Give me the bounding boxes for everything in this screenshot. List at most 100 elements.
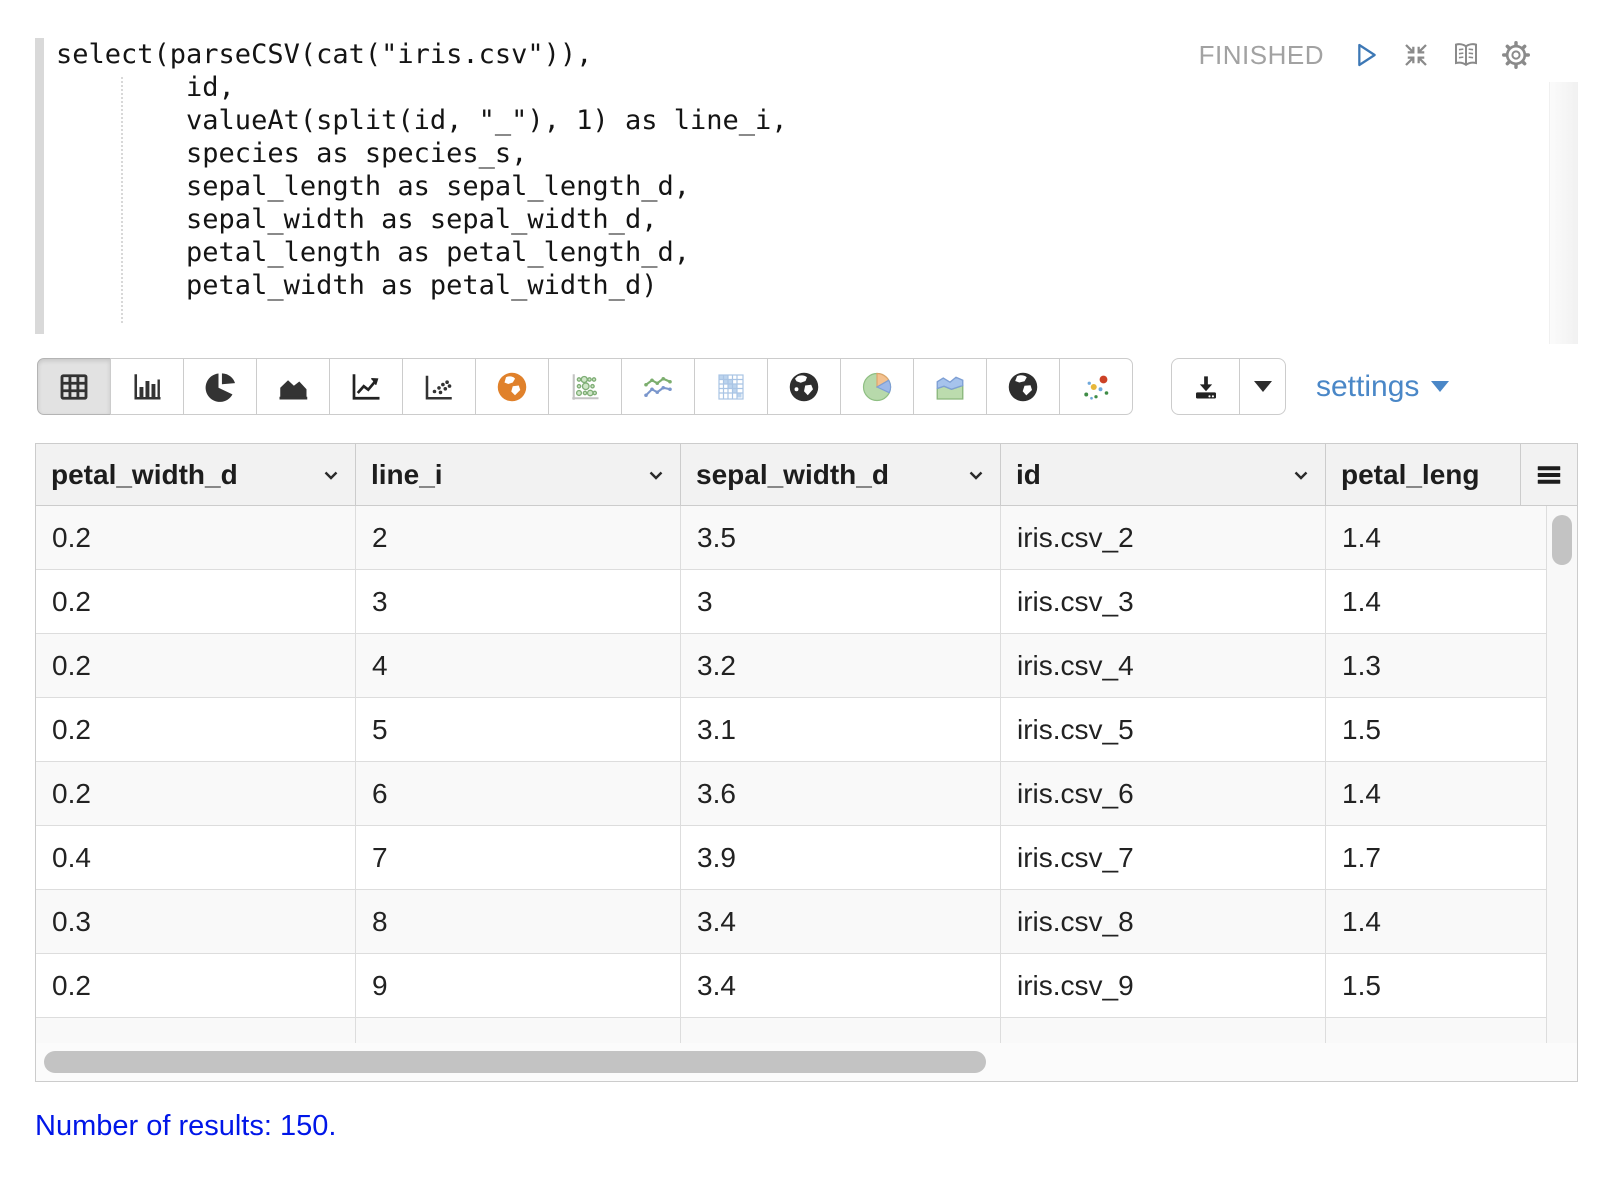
column-header-id[interactable]: id	[1001, 444, 1326, 505]
table-vertical-scrollbar[interactable]	[1546, 506, 1577, 1043]
caret-down-icon	[1254, 381, 1272, 392]
cell: 1.4	[1326, 762, 1548, 825]
cell: 3.4	[681, 890, 1001, 953]
chart-type-area-button[interactable]	[256, 358, 330, 415]
cell: 5	[356, 698, 681, 761]
bar-chart-icon	[129, 369, 165, 405]
chart-type-area-pastel-button[interactable]	[913, 358, 987, 415]
chart-type-table-button[interactable]	[37, 358, 111, 415]
globe-dark-icon	[786, 369, 822, 405]
heatmap-icon	[713, 369, 749, 405]
chart-type-pie-button[interactable]	[183, 358, 257, 415]
editor-vertical-scrollbar[interactable]	[1549, 82, 1578, 344]
cell: 0.2	[36, 762, 356, 825]
chart-type-heatmap-button[interactable]	[694, 358, 768, 415]
cell: 3.2	[681, 634, 1001, 697]
chart-type-scatter-button[interactable]	[402, 358, 476, 415]
visualization-toolbar: settings	[37, 358, 1449, 415]
cell: 3.6	[681, 762, 1001, 825]
chart-type-globe2-button[interactable]	[986, 358, 1060, 415]
show-editor-button[interactable]	[1450, 39, 1482, 71]
column-header-petal_length_d[interactable]: petal_leng	[1326, 444, 1521, 505]
cell: 2	[356, 506, 681, 569]
cell: 1.7	[1326, 826, 1548, 889]
cell: 0.2	[36, 698, 356, 761]
chart-type-pie-pastel-button[interactable]	[840, 358, 914, 415]
shrink-icon	[1400, 39, 1432, 71]
table-row-clipped	[36, 1018, 1548, 1043]
chevron-down-icon[interactable]	[964, 463, 988, 487]
cell: 1.4	[1326, 570, 1548, 633]
chart-type-map-orange-button[interactable]	[475, 358, 549, 415]
paragraph-settings-button[interactable]	[1500, 39, 1532, 71]
table-row: 0.4 7 3.9 iris.csv_7 1.7	[36, 826, 1548, 890]
download-icon	[1190, 371, 1222, 403]
area-pastel-icon	[932, 369, 968, 405]
cell: iris.csv_5	[1001, 698, 1326, 761]
paragraph-controls: FINISHED	[1199, 39, 1532, 71]
chevron-down-icon[interactable]	[644, 463, 668, 487]
chart-type-scatter-colored-button[interactable]	[1059, 358, 1133, 415]
chart-type-multi-line-button[interactable]	[621, 358, 695, 415]
cell: 1.5	[1326, 698, 1548, 761]
table-row: 0.2 9 3.4 iris.csv_9 1.5	[36, 954, 1548, 1018]
grid-menu-button[interactable]	[1521, 444, 1577, 505]
download-options-button[interactable]	[1240, 359, 1285, 414]
chart-type-line-button[interactable]	[329, 358, 403, 415]
cell: 0.2	[36, 570, 356, 633]
table-row: 0.3 8 3.4 iris.csv_8 1.4	[36, 890, 1548, 954]
table-header-row: petal_width_d line_i sepal_width_d id pe…	[36, 444, 1577, 506]
table-row: 0.2 5 3.1 iris.csv_5 1.5	[36, 698, 1548, 762]
table-row: 0.2 4 3.2 iris.csv_4 1.3	[36, 634, 1548, 698]
chevron-down-icon[interactable]	[1289, 463, 1313, 487]
cell: 9	[356, 954, 681, 1017]
caret-down-icon	[1431, 381, 1449, 392]
pie-pastel-icon	[859, 369, 895, 405]
cell	[1001, 1018, 1326, 1043]
cell	[681, 1018, 1001, 1043]
chart-type-bar-button[interactable]	[110, 358, 184, 415]
cell: 3	[356, 570, 681, 633]
chart-type-globe1-button[interactable]	[767, 358, 841, 415]
play-icon	[1350, 39, 1382, 71]
area-chart-icon	[275, 369, 311, 405]
cell	[36, 1018, 356, 1043]
table-icon	[56, 369, 92, 405]
chart-type-bubble-button[interactable]	[548, 358, 622, 415]
cell: 3.9	[681, 826, 1001, 889]
table-row: 0.2 6 3.6 iris.csv_6 1.4	[36, 762, 1548, 826]
download-button[interactable]	[1172, 359, 1240, 414]
globe-orange-icon	[494, 369, 530, 405]
shrink-output-button[interactable]	[1400, 39, 1432, 71]
pie-chart-icon	[202, 369, 238, 405]
table-body: 0.2 2 3.5 iris.csv_2 1.4 0.2 3 3 iris.cs…	[36, 506, 1577, 1043]
vertical-scrollbar-thumb[interactable]	[1552, 515, 1572, 565]
cell	[1326, 1018, 1548, 1043]
cell: 1.5	[1326, 954, 1548, 1017]
column-header-sepal_width_d[interactable]: sepal_width_d	[681, 444, 1001, 505]
cell: 8	[356, 890, 681, 953]
run-button[interactable]	[1350, 39, 1382, 71]
cell: iris.csv_4	[1001, 634, 1326, 697]
settings-toggle[interactable]: settings	[1316, 370, 1449, 404]
cell: iris.csv_6	[1001, 762, 1326, 825]
table-row: 0.2 2 3.5 iris.csv_2 1.4	[36, 506, 1548, 570]
code-editor-panel: select(parseCSV(cat("iris.csv")), id, va…	[35, 35, 1578, 337]
chevron-down-icon[interactable]	[319, 463, 343, 487]
cell: 3.1	[681, 698, 1001, 761]
code-editor[interactable]: select(parseCSV(cat("iris.csv")), id, va…	[56, 38, 788, 302]
cell: 0.2	[36, 506, 356, 569]
horizontal-scrollbar-thumb[interactable]	[44, 1051, 986, 1073]
hamburger-menu-icon	[1534, 460, 1564, 490]
settings-label: settings	[1316, 370, 1419, 404]
scatter-plot-icon	[421, 369, 457, 405]
cell: 0.4	[36, 826, 356, 889]
cell: iris.csv_9	[1001, 954, 1326, 1017]
result-table: petal_width_d line_i sepal_width_d id pe…	[35, 443, 1578, 1082]
table-horizontal-scrollbar[interactable]	[36, 1043, 1577, 1081]
status-badge: FINISHED	[1199, 40, 1324, 71]
column-header-petal_width_d[interactable]: petal_width_d	[36, 444, 356, 505]
bubble-chart-icon	[567, 369, 603, 405]
editor-gutter	[35, 38, 44, 334]
column-header-line_i[interactable]: line_i	[356, 444, 681, 505]
